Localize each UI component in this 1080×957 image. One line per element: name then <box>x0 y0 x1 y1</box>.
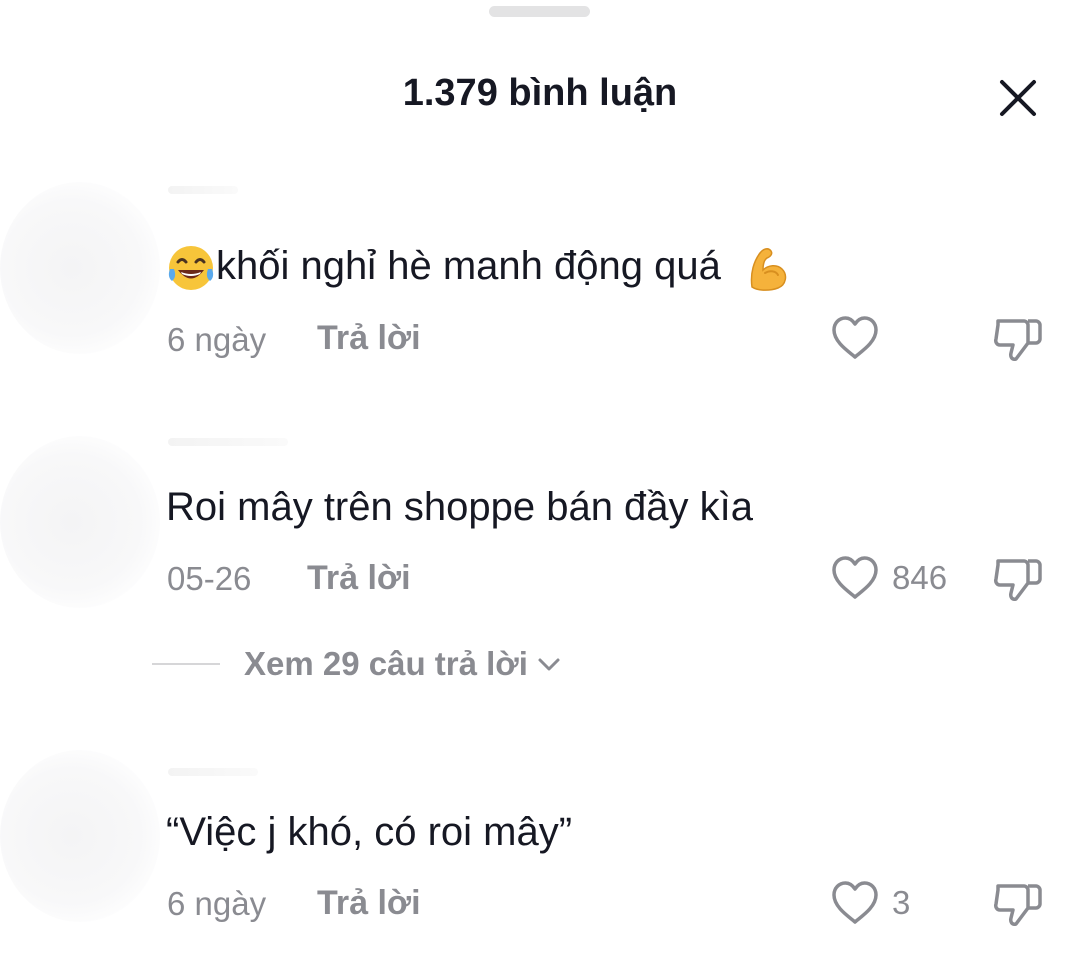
comments-sheet: 1.379 bình luận khối nghỉ hè manh động q… <box>0 0 1080 957</box>
username-blurred[interactable] <box>168 768 258 776</box>
dislike-button[interactable] <box>992 553 1044 603</box>
comment-text: “Việc j khó, có roi mây” <box>166 810 573 854</box>
view-replies-label: Xem 29 câu trả lời <box>244 645 528 682</box>
reply-divider-line <box>152 663 220 665</box>
like-count: 846 <box>892 559 948 596</box>
like-button[interactable]: 3 <box>830 879 910 927</box>
reply-button[interactable]: Trả lời <box>317 883 421 923</box>
username-blurred[interactable] <box>168 186 238 194</box>
comment-text: khối nghỉ hè manh động quá <box>166 240 792 293</box>
comment-timestamp: 05-26 <box>167 560 252 597</box>
comment-text: Roi mây trên shoppe bán đầy kìa <box>166 485 754 529</box>
comment-text-content: khối nghỉ hè manh động quá <box>216 244 721 288</box>
like-button[interactable] <box>830 314 892 362</box>
heart-outline-icon <box>832 316 878 359</box>
comments-count-title: 1.379 bình luận <box>402 72 678 114</box>
heart-outline-icon <box>832 556 878 599</box>
chevron-down-icon <box>538 658 560 671</box>
view-replies-button[interactable]: Xem 29 câu trả lời <box>152 642 562 686</box>
heart-outline-icon <box>832 881 878 924</box>
thumbs-down-icon <box>994 559 1042 601</box>
close-icon <box>1000 80 1036 116</box>
avatar[interactable] <box>0 182 160 354</box>
like-count: 3 <box>892 884 911 921</box>
thumbs-down-icon <box>994 319 1042 361</box>
drag-handle[interactable] <box>489 6 590 17</box>
reply-button[interactable]: Trả lời <box>307 558 411 598</box>
flexed-biceps-icon <box>750 248 787 292</box>
username-blurred[interactable] <box>168 438 288 446</box>
like-button[interactable]: 846 <box>830 554 947 602</box>
reply-button[interactable]: Trả lời <box>317 318 421 358</box>
dislike-button[interactable] <box>992 878 1044 928</box>
avatar[interactable] <box>0 436 160 608</box>
comment-timestamp: 6 ngày <box>167 885 267 922</box>
avatar[interactable] <box>0 750 160 922</box>
face-with-tears-of-joy-icon <box>168 246 214 291</box>
close-button[interactable] <box>994 74 1042 122</box>
dislike-button[interactable] <box>992 313 1044 363</box>
comment-timestamp: 6 ngày <box>167 321 267 358</box>
thumbs-down-icon <box>994 884 1042 926</box>
